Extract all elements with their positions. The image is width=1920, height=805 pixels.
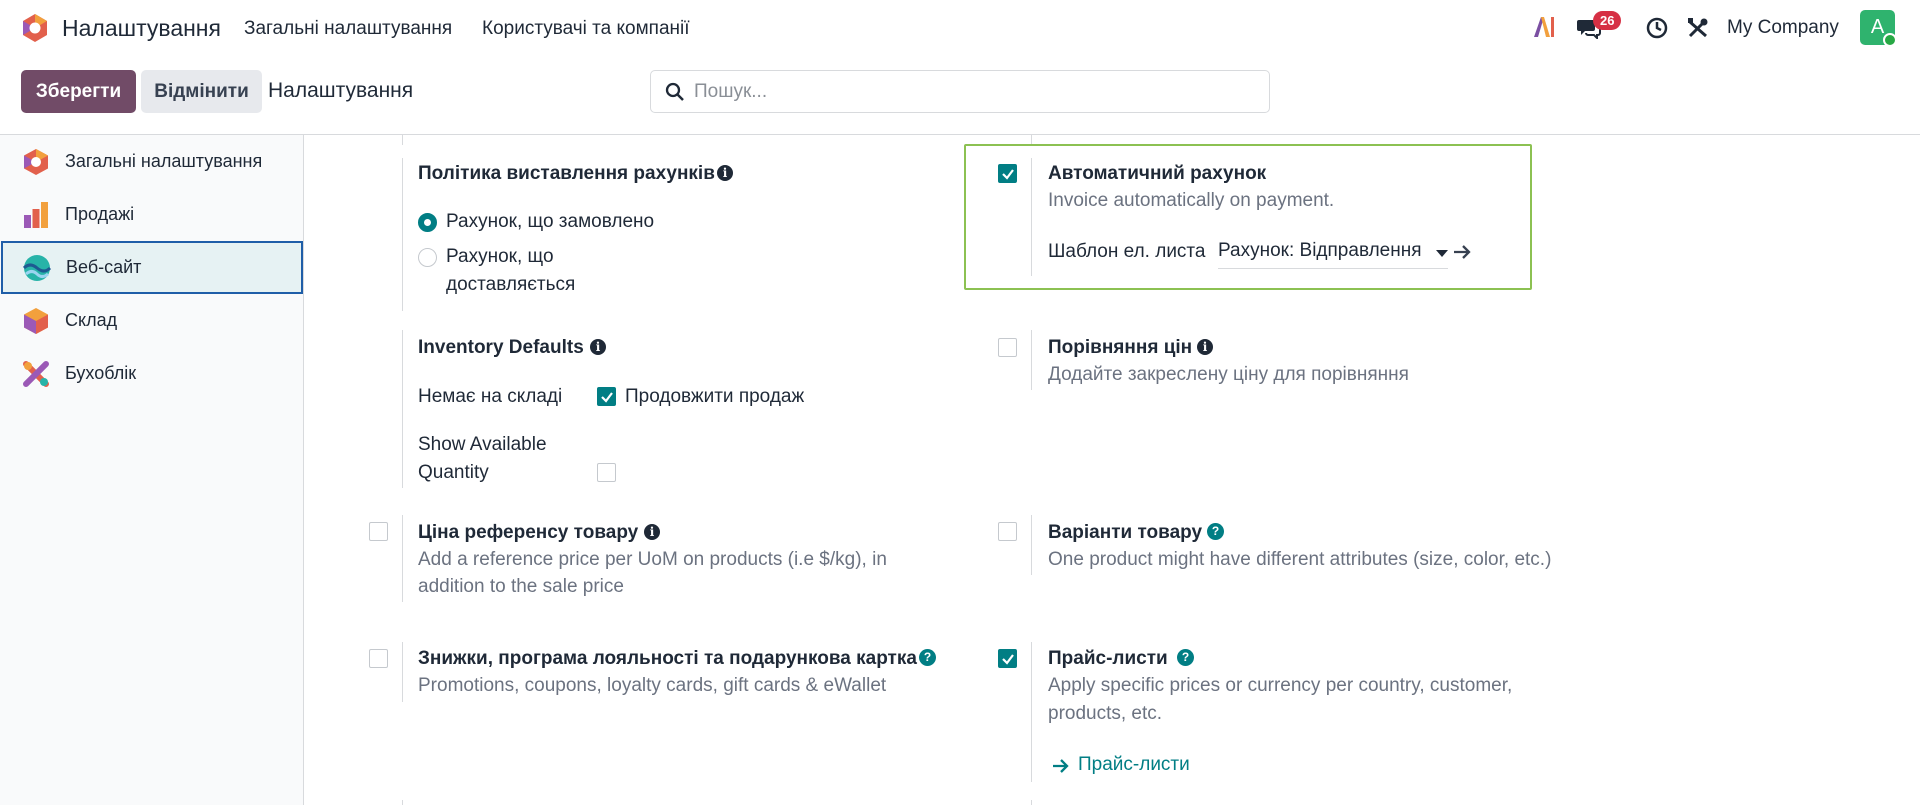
breadcrumb: Налаштування (268, 79, 414, 102)
pricelists-desc-2: products, etc. (1048, 703, 1163, 724)
sidebar-item-inventory[interactable]: Склад (0, 294, 304, 347)
divider (402, 135, 403, 145)
checkmark-icon (601, 392, 613, 403)
continue-selling-checkbox[interactable] (597, 387, 616, 406)
price-comparison-desc: Додайте закреслену ціну для порівняння (1048, 364, 1409, 385)
out-of-stock-label: Немає на складі (418, 386, 563, 407)
search-input[interactable] (694, 77, 1254, 107)
divider (402, 330, 403, 488)
inventory-app-icon (24, 308, 48, 334)
divider (402, 158, 403, 311)
divider (402, 800, 403, 805)
info-icon[interactable]: i (717, 165, 733, 181)
sidebar-item-accounting[interactable]: Бухоблік (0, 347, 304, 400)
accounting-app-icon (23, 361, 49, 387)
divider (1031, 330, 1032, 390)
help-icon[interactable]: ? (919, 649, 936, 666)
inventory-defaults-title: Inventory Defaults (418, 337, 584, 358)
discounts-loyalty-checkbox[interactable] (369, 649, 388, 668)
auto-invoice-desc: Invoice automatically on payment. (1048, 190, 1335, 211)
divider (1031, 800, 1032, 805)
product-variants-desc: One product might have different attribu… (1048, 549, 1552, 570)
search-box (650, 70, 1270, 113)
reference-price-desc: Add a reference price per UoM on product… (418, 549, 887, 570)
pricelists-desc: Apply specific prices or currency per co… (1048, 675, 1513, 696)
invoicing-policy-title: Політика виставлення рахунків (418, 163, 715, 184)
sidebar-item-label: Веб-сайт (66, 257, 142, 277)
sales-app-icon (24, 202, 48, 228)
reference-price-title: Ціна референсу товару (418, 522, 639, 543)
sidebar-item-general-settings[interactable]: Загальні налаштування (0, 135, 304, 188)
divider (402, 642, 403, 702)
website-app-icon (23, 255, 51, 281)
pricelists-checkbox[interactable] (998, 649, 1017, 668)
info-icon[interactable]: i (1197, 339, 1213, 355)
checkmark-icon (1002, 169, 1014, 180)
sidebar-item-label: Продажі (65, 204, 135, 224)
help-icon[interactable]: ? (1207, 523, 1224, 540)
radio-invoice-ordered-label[interactable]: Рахунок, що замовлено (446, 208, 654, 236)
show-available-qty-label-2: Quantity (418, 462, 489, 483)
product-variants-checkbox[interactable] (998, 522, 1017, 541)
app-title[interactable]: Налаштування (62, 15, 221, 42)
arrow-right-icon (1053, 759, 1069, 773)
menu-users-companies[interactable]: Користувачі та компанії (482, 18, 690, 40)
reference-price-desc-2: addition to the sale price (418, 576, 624, 597)
online-status-dot (1883, 33, 1897, 47)
settings-sidebar: Загальні налаштування Продажі Веб-сайт С… (0, 135, 304, 805)
email-template-label: Шаблон ел. листа (1048, 241, 1206, 262)
radio-invoice-delivered[interactable] (418, 248, 437, 267)
search-icon (665, 82, 684, 101)
pricelists-link[interactable]: Прайс-листи (1052, 754, 1252, 780)
auto-invoice-checkbox[interactable] (998, 164, 1017, 183)
save-button[interactable]: Зберегти (21, 70, 136, 113)
sidebar-item-website[interactable]: Веб-сайт (1, 241, 303, 294)
show-available-qty-checkbox[interactable] (597, 463, 616, 482)
radio-invoice-ordered[interactable] (418, 213, 437, 232)
company-switcher[interactable]: My Company (1727, 17, 1839, 39)
divider (1031, 158, 1032, 276)
arrow-right-icon[interactable] (1452, 243, 1472, 261)
help-icon[interactable]: ? (1177, 649, 1194, 666)
sidebar-item-sales[interactable]: Продажі (0, 188, 304, 241)
top-navbar: Налаштування Загальні налаштування Корис… (0, 0, 1920, 56)
info-icon[interactable]: i (590, 339, 606, 355)
pricelists-title: Прайс-листи (1048, 648, 1168, 669)
radio-invoice-delivered-label-2[interactable]: доставляється (446, 271, 575, 299)
auto-invoice-title: Автоматичний рахунок (1048, 163, 1267, 184)
divider (1031, 515, 1032, 575)
sidebar-item-label: Склад (65, 310, 118, 330)
debug-tools-icon[interactable] (1687, 17, 1709, 39)
divider (1031, 642, 1032, 782)
info-icon[interactable]: i (644, 524, 660, 540)
discard-button[interactable]: Відмінити (141, 70, 262, 113)
email-template-value: Рахунок: Відправлення (1218, 240, 1422, 261)
price-comparison-title: Порівняння цін (1048, 337, 1193, 358)
sidebar-item-label: Загальні налаштування (65, 151, 263, 171)
messages-count-badge: 26 (1593, 11, 1622, 30)
sidebar-item-label: Бухоблік (65, 363, 137, 383)
radio-invoice-delivered-label[interactable]: Рахунок, що (446, 243, 554, 271)
discounts-loyalty-desc: Promotions, coupons, loyalty cards, gift… (418, 675, 887, 696)
settings-app-icon (24, 149, 48, 175)
menu-general-settings[interactable]: Загальні налаштування (244, 18, 452, 40)
reference-price-checkbox[interactable] (369, 522, 388, 541)
price-comparison-checkbox[interactable] (998, 338, 1017, 357)
odoo-settings-logo-icon[interactable] (20, 13, 50, 43)
product-variants-title: Варіанти товару (1048, 522, 1203, 543)
email-template-select[interactable]: Рахунок: Відправлення (1218, 239, 1448, 269)
show-available-qty-label: Show Available (418, 434, 547, 455)
caret-down-icon (1436, 250, 1448, 257)
pricelists-link-label: Прайс-листи (1078, 754, 1190, 775)
checkmark-icon (1002, 654, 1014, 665)
divider (402, 515, 403, 602)
ai-icon[interactable] (1532, 16, 1556, 38)
activity-clock-icon[interactable] (1646, 17, 1668, 39)
continue-selling-label[interactable]: Продовжити продаж (625, 383, 804, 411)
discounts-loyalty-title: Знижки, програма лояльності та подарунко… (418, 648, 917, 669)
